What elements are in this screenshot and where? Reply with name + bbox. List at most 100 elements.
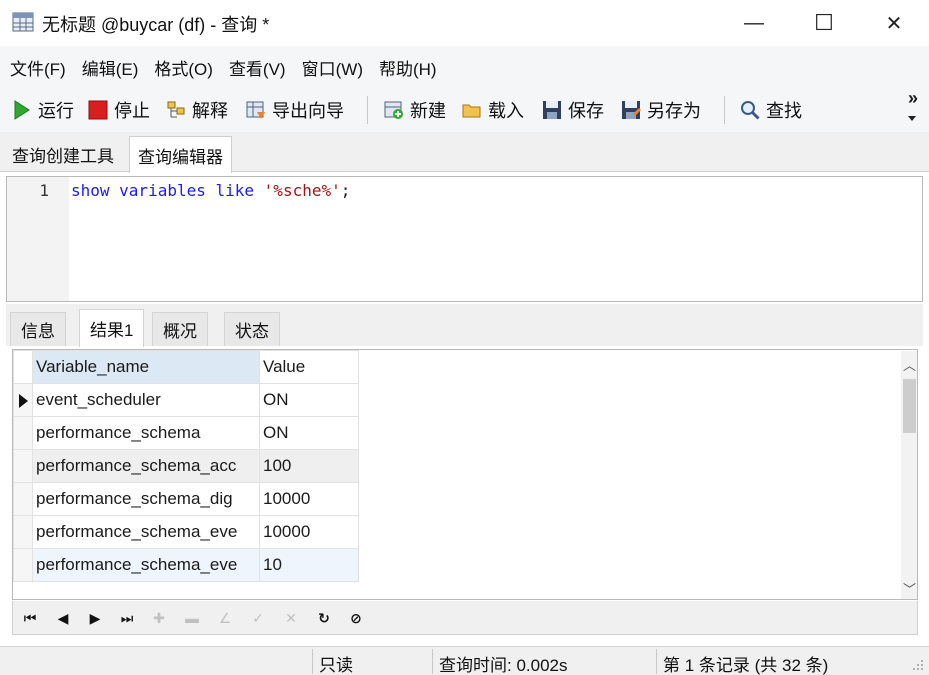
- save-label: 保存: [568, 101, 604, 121]
- stop-button[interactable]: 停止: [88, 94, 150, 126]
- sql-editor[interactable]: 1 show variables like '%sche%';: [6, 176, 923, 302]
- result-tabs: 信息 结果1 概况 状态: [6, 304, 923, 347]
- save-as-label: 另存为: [647, 101, 701, 121]
- vertical-scrollbar[interactable]: ︿ ﹀: [901, 351, 917, 599]
- scroll-up-icon[interactable]: ︿: [901, 353, 917, 375]
- save-as-icon: [622, 101, 641, 119]
- row-indicator[interactable]: [13, 548, 33, 582]
- tab-query-editor[interactable]: 查询编辑器: [129, 136, 232, 173]
- menu-view[interactable]: 查看(V): [229, 55, 286, 80]
- tab-label: 信息: [21, 322, 55, 341]
- menu-format[interactable]: 格式(O): [154, 55, 213, 80]
- record-navigator: ⏮ ◀ ▶ ⏭ ✚ ▬ ∠ ✓ ✕ ↻ ⊘: [12, 601, 918, 635]
- next-record-icon[interactable]: ▶: [84, 607, 106, 629]
- chevron-down-icon[interactable]: [908, 116, 916, 121]
- toolbar-overflow-button[interactable]: »: [905, 88, 921, 110]
- menu-window[interactable]: 窗口(W): [302, 55, 363, 80]
- table-cell[interactable]: performance_schema_dig: [32, 482, 260, 516]
- row-indicator[interactable]: [13, 449, 33, 483]
- first-record-icon[interactable]: ⏮: [19, 607, 41, 629]
- table-cell[interactable]: 10000: [259, 515, 359, 549]
- apply-changes-icon[interactable]: ✓: [247, 607, 269, 629]
- close-button[interactable]: ✕: [859, 0, 929, 46]
- delete-record-icon[interactable]: ▬: [181, 607, 203, 629]
- maximize-button[interactable]: ☐: [789, 0, 859, 46]
- column-header-value[interactable]: Value: [259, 350, 359, 384]
- run-button[interactable]: 运行: [12, 94, 74, 126]
- readonly-status: 只读: [319, 656, 353, 675]
- result-grid[interactable]: Variable_name Value event_scheduler ON p…: [12, 349, 918, 600]
- save-as-button[interactable]: 另存为: [621, 94, 701, 126]
- tab-query-builder[interactable]: 查询创建工具: [4, 136, 122, 172]
- line-number: 1: [39, 181, 49, 200]
- row-indicator[interactable]: [13, 416, 33, 450]
- edit-record-icon[interactable]: ∠: [214, 607, 236, 629]
- table-row[interactable]: event_scheduler ON: [13, 383, 359, 417]
- table-cell[interactable]: 10000: [259, 482, 359, 516]
- last-record-icon[interactable]: ⏭: [116, 607, 138, 629]
- table-cell[interactable]: 100: [259, 449, 359, 483]
- table-cell[interactable]: performance_schema: [32, 416, 260, 450]
- scroll-down-icon[interactable]: ﹀: [901, 577, 917, 599]
- tab-label: 概况: [163, 322, 197, 341]
- table-cell[interactable]: ON: [259, 383, 359, 417]
- table-row[interactable]: performance_schema_acc 100: [13, 449, 359, 483]
- menu-edit[interactable]: 编辑(E): [82, 55, 139, 80]
- table-row[interactable]: performance_schema_eve 10: [13, 548, 359, 582]
- table-cell[interactable]: 10: [259, 548, 359, 582]
- scrollbar-thumb[interactable]: [903, 379, 916, 433]
- table-cell[interactable]: performance_schema_acc: [32, 449, 260, 483]
- discard-changes-icon[interactable]: ✕: [280, 607, 302, 629]
- window-title: 无标题 @buycar (df) - 查询 *: [42, 15, 270, 35]
- stop-refresh-icon[interactable]: ⊘: [345, 607, 367, 629]
- menu-file[interactable]: 文件(F): [10, 55, 66, 80]
- table-row[interactable]: performance_schema ON: [13, 416, 359, 450]
- explain-button[interactable]: 解释: [166, 94, 228, 126]
- sql-code-line[interactable]: show variables like '%sche%';: [71, 181, 350, 200]
- tab-status[interactable]: 状态: [224, 312, 280, 346]
- export-wizard-label: 导出向导: [272, 101, 344, 121]
- title-bar: 无标题 @buycar (df) - 查询 * — ☐ ✕: [0, 0, 929, 46]
- row-indicator[interactable]: [13, 482, 33, 516]
- result-table[interactable]: Variable_name Value event_scheduler ON p…: [13, 350, 359, 582]
- tab-label: 状态: [235, 322, 269, 341]
- new-query-icon: [384, 101, 403, 119]
- status-divider: [312, 649, 313, 674]
- add-record-icon[interactable]: ✚: [148, 607, 170, 629]
- export-wizard-button[interactable]: 导出向导: [246, 94, 344, 126]
- table-row[interactable]: performance_schema_dig 10000: [13, 482, 359, 516]
- save-button[interactable]: 保存: [542, 94, 604, 126]
- editor-mode-tabs: 查询创建工具 查询编辑器: [0, 132, 929, 173]
- menu-help[interactable]: 帮助(H): [379, 55, 437, 80]
- load-button[interactable]: 载入: [462, 94, 524, 126]
- sql-terminator: ;: [340, 181, 351, 200]
- menu-bar: 文件(F) 编辑(E) 格式(O) 查看(V) 窗口(W) 帮助(H): [0, 46, 929, 88]
- resize-grip-icon[interactable]: [912, 659, 924, 671]
- tab-result-1[interactable]: 结果1: [79, 309, 145, 347]
- tab-info[interactable]: 信息: [10, 312, 66, 346]
- row-indicator[interactable]: [13, 515, 33, 549]
- column-header-variable-name[interactable]: Variable_name: [32, 350, 260, 384]
- prev-record-icon[interactable]: ◀: [52, 607, 74, 629]
- table-cell[interactable]: performance_schema_eve: [32, 548, 260, 582]
- toolbar-divider: [724, 96, 725, 124]
- tab-profile[interactable]: 概况: [152, 312, 208, 346]
- row-indicator[interactable]: [13, 383, 33, 417]
- find-button[interactable]: 查找: [740, 94, 802, 126]
- stop-label: 停止: [114, 101, 150, 121]
- refresh-icon[interactable]: ↻: [313, 607, 335, 629]
- table-cell[interactable]: ON: [259, 416, 359, 450]
- run-label: 运行: [38, 101, 74, 121]
- current-row-arrow-icon: [19, 394, 28, 408]
- table-row[interactable]: performance_schema_eve 10000: [13, 515, 359, 549]
- table-cell[interactable]: performance_schema_eve: [32, 515, 260, 549]
- table-cell[interactable]: event_scheduler: [32, 383, 260, 417]
- stop-icon: [88, 100, 108, 120]
- query-time-status: 查询时间: 0.002s: [439, 656, 568, 675]
- find-label: 查找: [766, 101, 802, 121]
- minimize-button[interactable]: —: [719, 0, 789, 46]
- search-icon: [741, 101, 760, 120]
- explain-icon: [167, 101, 185, 118]
- new-button[interactable]: 新建: [384, 94, 446, 126]
- close-icon: ✕: [885, 12, 903, 35]
